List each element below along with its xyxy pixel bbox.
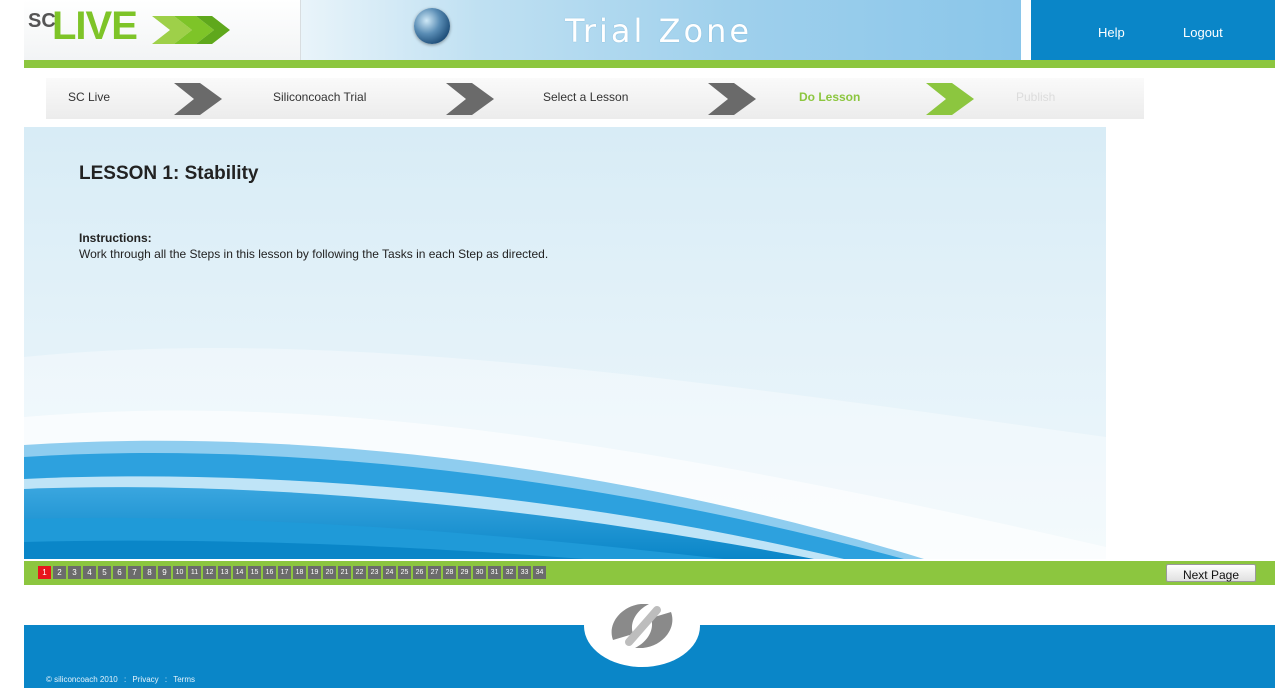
lesson-panel: LESSON 1: Stability Instructions: Work t…	[24, 127, 1106, 559]
logo-live-text: LIVE	[52, 4, 138, 48]
globe-icon	[414, 8, 450, 44]
breadcrumb-item-publish: Publish	[1016, 90, 1056, 104]
page-number-17[interactable]: 17	[278, 566, 291, 579]
page-number-7[interactable]: 7	[128, 566, 141, 579]
page-number-25[interactable]: 25	[398, 566, 411, 579]
next-page-button[interactable]: Next Page	[1166, 564, 1256, 582]
step-arrow-icon	[174, 83, 222, 115]
step-arrow-icon	[926, 83, 974, 115]
footer-separator: :	[123, 675, 127, 684]
step-arrow-icon	[708, 83, 756, 115]
footer-links: © siliconcoach 2010 : Privacy : Terms	[46, 675, 199, 684]
instructions-text: Work through all the Steps in this lesso…	[79, 247, 549, 261]
header: SC LIVE Trial Zone Help Logout	[24, 0, 1275, 60]
page-number-9[interactable]: 9	[158, 566, 171, 579]
user-nav: Help Logout	[1031, 0, 1275, 60]
page-number-13[interactable]: 13	[218, 566, 231, 579]
page-list: 1 2 3 4 5 6 7 8 9 10 11 12 13 14 15 16 17 18 19 20 21 22 23 24 2…	[38, 566, 546, 579]
breadcrumb-item-siliconcoach-trial[interactable]: Siliconcoach Trial	[273, 90, 366, 104]
page-number-32[interactable]: 32	[503, 566, 516, 579]
page-number-27[interactable]: 27	[428, 566, 441, 579]
logout-link[interactable]: Logout	[1183, 25, 1223, 40]
pager-bar: 1 2 3 4 5 6 7 8 9 10 11 12 13 14 15 16 17 18 19 20 21 22 23 24 2…	[24, 561, 1275, 585]
page-number-15[interactable]: 15	[248, 566, 261, 579]
page-number-34[interactable]: 34	[533, 566, 546, 579]
page-number-29[interactable]: 29	[458, 566, 471, 579]
siliconcoach-logo-icon	[584, 585, 700, 667]
page-number-24[interactable]: 24	[383, 566, 396, 579]
page-number-16[interactable]: 16	[263, 566, 276, 579]
help-link[interactable]: Help	[1098, 25, 1125, 40]
page-number-2[interactable]: 2	[53, 566, 66, 579]
page-number-19[interactable]: 19	[308, 566, 321, 579]
page-number-4[interactable]: 4	[83, 566, 96, 579]
breadcrumb-item-sc-live[interactable]: SC Live	[68, 90, 110, 104]
page-number-11[interactable]: 11	[188, 566, 201, 579]
page-frame: SC LIVE Trial Zone Help Logout SC Live S…	[24, 0, 1275, 688]
page-number-28[interactable]: 28	[443, 566, 456, 579]
page-title: Trial Zone	[565, 12, 753, 50]
page-number-12[interactable]: 12	[203, 566, 216, 579]
page-number-8[interactable]: 8	[143, 566, 156, 579]
page-number-20[interactable]: 20	[323, 566, 336, 579]
breadcrumb-item-do-lesson: Do Lesson	[799, 90, 861, 104]
live-arrows-icon	[152, 16, 230, 44]
lesson-title: LESSON 1: Stability	[79, 163, 259, 184]
trial-zone-banner: Trial Zone	[301, 0, 1022, 60]
page-number-23[interactable]: 23	[368, 566, 381, 579]
footer-separator: :	[164, 675, 168, 684]
page-number-30[interactable]: 30	[473, 566, 486, 579]
page-number-5[interactable]: 5	[98, 566, 111, 579]
sclive-logo[interactable]: SC LIVE	[24, 0, 301, 60]
breadcrumb: SC Live Siliconcoach Trial Select a Less…	[46, 78, 1144, 119]
page-number-6[interactable]: 6	[113, 566, 126, 579]
page-number-1[interactable]: 1	[38, 566, 51, 579]
page-number-31[interactable]: 31	[488, 566, 501, 579]
page-number-14[interactable]: 14	[233, 566, 246, 579]
page-number-10[interactable]: 10	[173, 566, 186, 579]
page-number-21[interactable]: 21	[338, 566, 351, 579]
terms-link[interactable]: Terms	[173, 675, 195, 684]
page-number-26[interactable]: 26	[413, 566, 426, 579]
page-number-33[interactable]: 33	[518, 566, 531, 579]
instructions-label: Instructions:	[79, 231, 152, 245]
wave-background	[24, 348, 1106, 559]
page-number-3[interactable]: 3	[68, 566, 81, 579]
page-number-18[interactable]: 18	[293, 566, 306, 579]
step-arrow-icon	[446, 83, 494, 115]
header-divider	[24, 60, 1275, 68]
privacy-link[interactable]: Privacy	[132, 675, 158, 684]
copyright-text: © siliconcoach 2010	[46, 675, 118, 684]
page-number-22[interactable]: 22	[353, 566, 366, 579]
breadcrumb-item-select-lesson[interactable]: Select a Lesson	[543, 90, 628, 104]
